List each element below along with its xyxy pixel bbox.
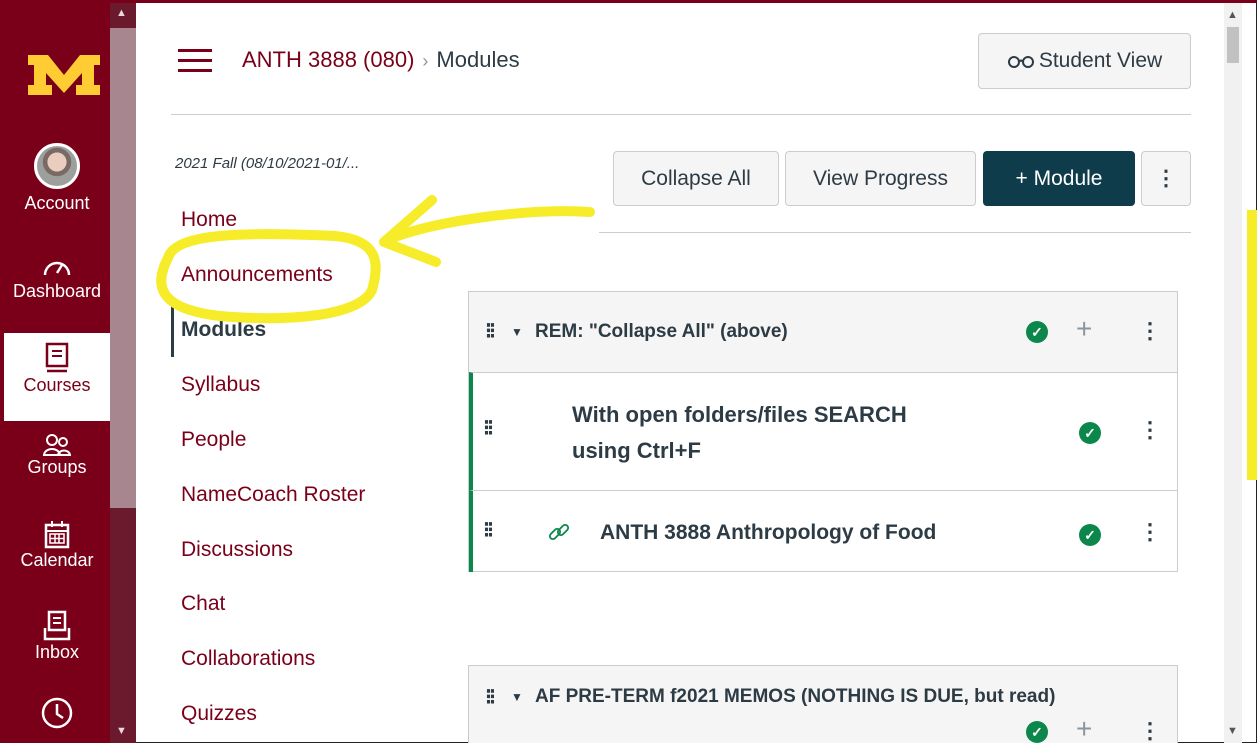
- nav-courses-label: Courses: [23, 375, 91, 395]
- course-nav-namecoach-roster[interactable]: NameCoach Roster: [181, 483, 365, 507]
- caret-down-icon[interactable]: ▼: [511, 690, 523, 704]
- add-item-icon[interactable]: +: [1076, 713, 1092, 743]
- module-header[interactable]: ⁝⁝ ▼ AF PRE-TERM f2021 MEMOS (NOTHING IS…: [469, 666, 1177, 743]
- module-card: ⁝⁝ ▼ AF PRE-TERM f2021 MEMOS (NOTHING IS…: [468, 665, 1178, 743]
- course-nav-discussions[interactable]: Discussions: [181, 538, 293, 562]
- groups-icon: [42, 434, 72, 456]
- nav-dashboard-label: Dashboard: [12, 281, 102, 301]
- view-progress-button[interactable]: View Progress: [785, 151, 976, 206]
- toolbar-divider: [599, 232, 1191, 233]
- student-view-button[interactable]: Student View: [978, 33, 1191, 89]
- drag-handle-icon[interactable]: ⁝⁝: [483, 415, 494, 441]
- published-check-icon[interactable]: ✓: [1026, 721, 1048, 743]
- nav-calendar[interactable]: Calendar: [4, 520, 110, 571]
- dashboard-icon: [43, 261, 71, 276]
- drag-handle-icon[interactable]: ⁝⁝: [483, 517, 494, 543]
- course-nav-quizzes[interactable]: Quizzes: [181, 702, 257, 726]
- module-card: ⁝⁝ ▼ REM: "Collapse All" (above) ✓ + ⋮ ⁝…: [468, 291, 1178, 572]
- course-nav-people[interactable]: People: [181, 428, 246, 452]
- course-nav-collaborations[interactable]: Collaborations: [181, 647, 315, 671]
- header-divider: [171, 114, 1191, 115]
- courses-icon: [45, 342, 69, 373]
- module-item-title: ANTH 3888 Anthropology of Food: [600, 521, 937, 544]
- breadcrumb-separator: ›: [422, 51, 429, 71]
- glasses-icon: [1007, 56, 1034, 68]
- course-nav-modules[interactable]: Modules: [181, 318, 266, 342]
- nav-calendar-label: Calendar: [20, 550, 94, 570]
- module-item-title: With open folders/files SEARCH using Ctrl…: [572, 397, 907, 469]
- active-indicator: [171, 305, 174, 357]
- page-scrollbar[interactable]: ▲ ▼: [1224, 3, 1242, 743]
- highlight-strip: [1247, 210, 1257, 480]
- add-module-button[interactable]: + Module: [983, 151, 1135, 206]
- published-check-icon[interactable]: ✓: [1026, 321, 1048, 343]
- scroll-up-arrow-icon[interactable]: ▲: [1227, 9, 1238, 21]
- calendar-icon: [44, 521, 70, 549]
- link-icon: [548, 523, 570, 541]
- nav-history[interactable]: [4, 696, 110, 730]
- breadcrumb-course-link[interactable]: ANTH 3888 (080): [242, 47, 414, 72]
- item-menu-icon[interactable]: ⋮: [1139, 417, 1161, 443]
- course-nav-chat[interactable]: Chat: [181, 592, 225, 616]
- clock-icon: [41, 697, 73, 729]
- course-nav-home[interactable]: Home: [181, 208, 237, 232]
- breadcrumb-current-page: Modules: [436, 47, 520, 72]
- drag-handle-icon[interactable]: ⁝⁝: [485, 318, 496, 344]
- collapse-all-button[interactable]: Collapse All: [613, 151, 779, 206]
- global-navigation: Account Dashboard Courses Groups Calenda…: [4, 3, 110, 743]
- nav-inbox-label: Inbox: [34, 642, 80, 662]
- course-term: 2021 Fall (08/10/2021-01/...: [175, 155, 360, 172]
- avatar: [34, 143, 80, 189]
- course-nav-syllabus[interactable]: Syllabus: [181, 373, 260, 397]
- module-menu-icon[interactable]: ⋮: [1139, 318, 1161, 344]
- nav-account-label: Account: [24, 193, 90, 213]
- nav-account[interactable]: Account: [4, 143, 110, 214]
- module-title: AF PRE-TERM f2021 MEMOS (NOTHING IS DUE,…: [535, 686, 1056, 707]
- hamburger-menu-icon[interactable]: [178, 49, 212, 73]
- nav-groups[interactable]: Groups: [4, 433, 110, 478]
- more-options-button[interactable]: ⋮: [1141, 151, 1191, 206]
- module-item-title-line2: using Ctrl+F: [572, 438, 701, 463]
- add-item-icon[interactable]: +: [1076, 313, 1092, 345]
- breadcrumb: ANTH 3888 (080) › Modules: [242, 47, 520, 73]
- nav-dashboard[interactable]: Dashboard: [4, 253, 110, 302]
- module-item[interactable]: ⁝⁝ With open folders/files SEARCH using C…: [469, 372, 1177, 490]
- global-nav-scrollbar[interactable]: ▲ ▼: [110, 3, 136, 743]
- nav-groups-label: Groups: [27, 457, 87, 477]
- scroll-down-arrow-icon[interactable]: ▼: [116, 725, 127, 737]
- course-nav-announcements[interactable]: Announcements: [181, 263, 333, 287]
- university-logo[interactable]: [26, 53, 102, 97]
- published-check-icon[interactable]: ✓: [1079, 422, 1101, 444]
- nav-inbox[interactable]: Inbox: [4, 610, 110, 663]
- page-scroll-thumb[interactable]: [1227, 27, 1239, 63]
- student-view-label: Student View: [1038, 49, 1163, 72]
- scroll-up-arrow-icon[interactable]: ▲: [116, 7, 127, 19]
- module-item-title-line1: With open folders/files SEARCH: [572, 402, 907, 427]
- inbox-icon: [43, 610, 71, 641]
- caret-down-icon[interactable]: ▼: [511, 325, 523, 339]
- module-menu-icon[interactable]: ⋮: [1139, 718, 1161, 743]
- global-nav-scroll-thumb[interactable]: [110, 28, 136, 508]
- module-title: REM: "Collapse All" (above): [535, 321, 788, 342]
- nav-courses[interactable]: Courses: [4, 333, 110, 421]
- item-menu-icon[interactable]: ⋮: [1139, 519, 1161, 545]
- drag-handle-icon[interactable]: ⁝⁝: [485, 684, 496, 710]
- scroll-down-arrow-icon[interactable]: ▼: [1227, 725, 1238, 737]
- module-header[interactable]: ⁝⁝ ▼ REM: "Collapse All" (above) ✓ + ⋮: [469, 292, 1177, 372]
- published-check-icon[interactable]: ✓: [1079, 524, 1101, 546]
- module-item[interactable]: ⁝⁝ ANTH 3888 Anthropology of Food ✓ ⋮: [469, 490, 1177, 572]
